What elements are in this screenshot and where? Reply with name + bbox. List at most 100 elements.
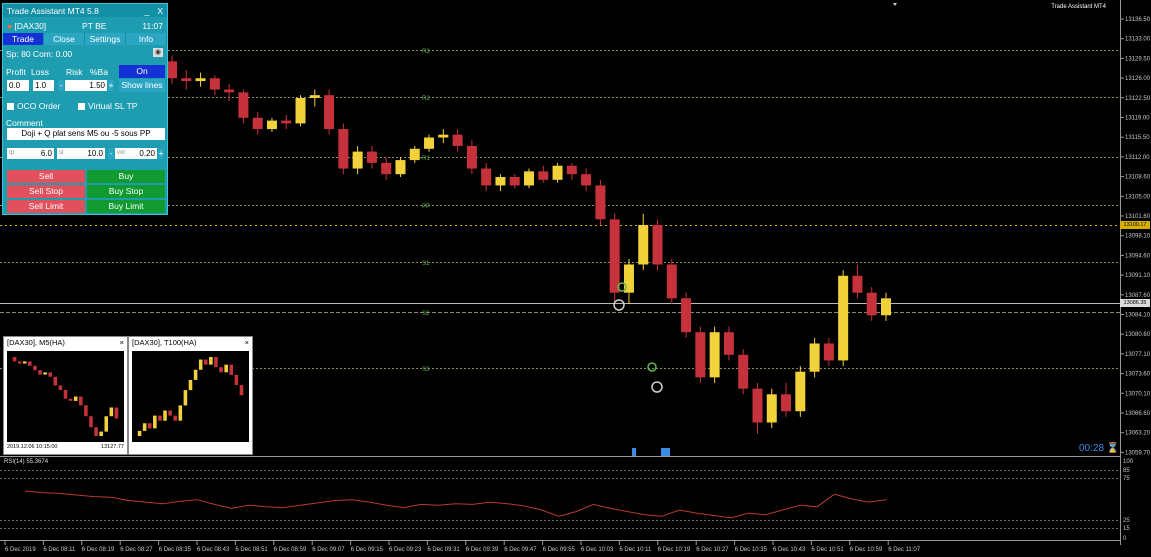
price-tick-label: 13084.10 [1125,313,1151,319]
mini-candle [158,415,162,421]
mini-candle [137,430,142,436]
time-tick-label: 6 Dec 09:23 [389,547,422,553]
candle-body [723,332,734,355]
mini-chart-t100[interactable]: [DAX30], T100(HA) × [128,336,253,455]
sell-limit-button[interactable]: Sell Limit [7,200,85,213]
candle-body [752,388,763,423]
on-toggle[interactable]: On [119,65,165,78]
loss-field[interactable]: 1.0 [33,80,54,91]
buy-button[interactable]: Buy [87,170,165,183]
candle-body [538,171,549,180]
virtual-sl-tp-checkbox[interactable]: Virtual SL TP [78,101,137,111]
rsi-tick-label: 25 [1123,518,1130,524]
mini-candle [58,385,63,390]
comment-field[interactable]: Doji + Q plat sens M5 ou -5 sous PP [7,128,165,140]
sell-stop-button[interactable]: Sell Stop [7,185,85,198]
vol-value: 0.20 [139,149,155,158]
rsi-tick-label: 15 [1123,526,1130,532]
checkbox-icon[interactable] [78,103,85,111]
mini-candle [28,361,32,366]
mini-chart-canvas [132,351,249,442]
candle-body [581,174,592,186]
mini-candle [104,416,109,432]
trade-assistant-panel[interactable]: Trade Assistant MT4 5.8 _ X ● [DAX30] PT … [2,3,168,215]
price-tick-label: 13112.00 [1125,155,1150,161]
mini-candle [224,364,228,373]
minimize-button[interactable]: _ [145,6,150,16]
mini-chart-price: 13127.77 [101,444,124,450]
symbol-label: [DAX30] [14,20,47,31]
risk-label: Risk [66,67,83,77]
close-button[interactable]: X [157,6,163,16]
rsi-tick-label: 0 [1123,536,1127,542]
trade-marker [647,362,657,372]
sell-button[interactable]: Sell [7,170,85,183]
price-tick-label: 13080.60 [1125,332,1151,338]
profit-label: Profit [6,67,26,77]
tab-info[interactable]: Info [126,33,167,45]
tab-settings[interactable]: Settings [85,33,126,45]
candle-body [838,275,849,361]
candle-body [809,343,820,372]
time-tick-label: 6 Dec 11:07 [888,547,921,553]
buy-limit-button[interactable]: Buy Limit [87,200,165,213]
candle-body [338,129,349,169]
risk-increase-button[interactable]: + [108,80,114,91]
time-tick-label: 6 Dec 10:03 [581,547,614,553]
trade-marker [651,381,663,393]
time-axis: 6 Dec 2019 6 Dec 08:11 6 Dec 08:19 6 Dec 08… [4,541,921,553]
sl-field[interactable]: sl 10.0 [57,148,105,159]
mini-candle [53,376,58,386]
mini-candle [89,416,93,428]
price-tick-label: 13133.00 [1125,37,1151,43]
candle-body [652,224,663,265]
vol-decrease-button[interactable]: - [108,148,114,159]
checkbox-icon[interactable] [7,103,14,111]
tp-label: tp [9,150,15,156]
show-lines-button[interactable]: Show lines [119,79,165,92]
candle-body [409,148,420,161]
mini-candle [168,410,172,416]
price-tick-label: 13087.60 [1125,293,1151,299]
candle-body [167,61,177,79]
spread-label: Sp: 80 Com: 0.00 [6,49,73,59]
buy-stop-button[interactable]: Buy Stop [87,185,165,198]
candle-body [238,92,249,118]
profit-field[interactable]: 0.0 [7,80,29,91]
price-tick-label: 13094.60 [1125,253,1151,259]
mini-candle [219,367,223,373]
candle-body [595,185,606,220]
tab-close[interactable]: Close [44,33,85,45]
pivot-label: S3 [422,367,430,373]
price-chart[interactable]: R3R2R1PPS1S2S3 13136.5013133.0013129.501… [0,0,1151,557]
rsi-axis: 100 85 75 25 15 0 [1123,459,1134,542]
price-tick-label: 13077.10 [1125,352,1151,358]
oco-order-checkbox[interactable]: OCO Order [7,101,60,111]
mini-candle [193,369,198,380]
sl-value: 10.0 [87,149,103,158]
sl-label: sl [59,150,64,156]
mini-chart-date: 2019.12.06 10:15:00 [7,444,58,450]
mini-close-icon[interactable]: × [120,337,124,348]
mini-candle [99,431,103,436]
mini-close-icon[interactable]: × [245,337,249,348]
panel-titlebar[interactable]: Trade Assistant MT4 5.8 _ X [3,4,167,17]
mode-label: PT BE [82,20,107,31]
mini-candle [63,389,68,399]
mini-chart-m5[interactable]: [DAX30], M5(HA) × 2019.12.06 10:15:00 1312… [3,336,128,455]
risk-field[interactable]: 1.50 [65,80,107,91]
vol-field[interactable]: vol 0.20 [115,148,157,159]
vol-increase-button[interactable]: + [158,148,164,159]
tab-trade[interactable]: Trade [3,33,44,45]
risk-decrease-button[interactable]: - [58,80,64,91]
price-tick-label: 13059.70 [1125,450,1151,456]
time-tick-label: 6 Dec 08:59 [274,547,307,553]
mini-candle [229,364,234,375]
candle-body [395,160,406,175]
tp-field[interactable]: tp 6.0 [7,148,54,159]
tp-value: 6.0 [40,149,52,158]
mini-chart-title: [DAX30], T100(HA) [132,338,197,347]
price-tick-label: 13122.50 [1125,96,1151,102]
candle-body [266,120,277,130]
camera-icon[interactable]: ◉ [153,48,163,57]
